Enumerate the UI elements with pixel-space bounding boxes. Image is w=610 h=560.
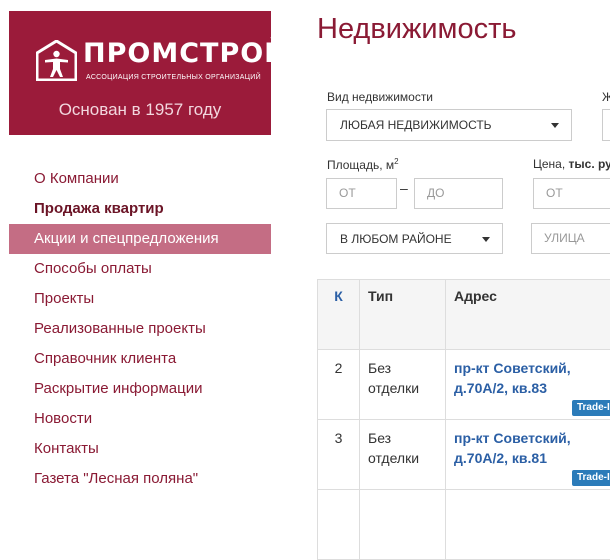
table-row[interactable]: 3 Без отделки пр-кт Советский, д.70А/2, … [318, 420, 610, 490]
area-to-input[interactable]: до [414, 178, 503, 209]
price-label: Цена, тыс. ру [533, 157, 610, 171]
sidebar-item-newspaper[interactable]: Газета "Лесная поляна" [9, 464, 271, 494]
cell-type: Без отделки [360, 350, 446, 420]
cell-k [318, 490, 360, 560]
chevron-down-icon [482, 237, 490, 242]
table-row[interactable] [318, 490, 610, 560]
cell-type [360, 490, 446, 560]
sidebar-item-payment-methods[interactable]: Способы оплаты [9, 254, 271, 284]
brand-subtitle: Ассоциация строительных организаций [86, 74, 261, 81]
cut-off-select[interactable] [602, 109, 610, 141]
sidebar-item-promotions[interactable]: Акции и спецпредложения [9, 224, 271, 254]
page-title: Недвижимость [317, 13, 517, 46]
cell-address [446, 490, 610, 560]
area-from-input[interactable]: от [326, 178, 397, 209]
sidebar-item-disclosure[interactable]: Раскрытие информации [9, 374, 271, 404]
area-label: Площадь, м2 [327, 157, 399, 172]
sidebar-item-contacts[interactable]: Контакты [9, 434, 271, 464]
table-header-row: К Тип Адрес [318, 280, 610, 350]
address-link[interactable]: пр-кт Советский, д.70А/2, кв.83 [454, 360, 571, 396]
sidebar-item-completed-projects[interactable]: Реализованные проекты [9, 314, 271, 344]
range-dash: – [400, 180, 408, 196]
cell-k: 2 [318, 350, 360, 420]
street-input[interactable]: улица [531, 223, 610, 254]
brand-name: ПРОМСТРОЙ [83, 38, 288, 70]
property-type-label: Вид недвижимости [327, 90, 433, 104]
brand-founded: Основан в 1957 году [9, 100, 271, 120]
property-type-value: Любая недвижимость [340, 118, 492, 132]
sidebar-item-apartment-sales[interactable]: Продажа квартир [9, 194, 271, 224]
trade-in-badge: Trade-IN [572, 400, 610, 416]
district-value: В любом районе [340, 232, 452, 246]
cell-address: пр-кт Советский, д.70А/2, кв.81 Trade-IN [446, 420, 610, 490]
sidebar-item-client-guide[interactable]: Справочник клиента [9, 344, 271, 374]
cut-off-label: Ж [602, 90, 610, 104]
trade-in-badge: Trade-IN [572, 470, 610, 486]
brand-block[interactable]: ПРОМСТРОЙ Ассоциация строительных органи… [9, 11, 271, 135]
logo-icon [36, 40, 77, 81]
area-unit-sup: 2 [394, 157, 398, 166]
cell-address: пр-кт Советский, д.70А/2, кв.83 Trade-IN [446, 350, 610, 420]
property-type-select[interactable]: Любая недвижимость [326, 109, 572, 141]
header-address[interactable]: Адрес [446, 280, 610, 350]
cell-type: Без отделки [360, 420, 446, 490]
sidebar-item-projects[interactable]: Проекты [9, 284, 271, 314]
header-k[interactable]: К [318, 280, 360, 350]
cell-k: 3 [318, 420, 360, 490]
price-unit: тыс. ру [569, 157, 610, 171]
table-row[interactable]: 2 Без отделки пр-кт Советский, д.70А/2, … [318, 350, 610, 420]
district-select[interactable]: В любом районе [326, 223, 503, 254]
price-from-input[interactable]: от [533, 178, 610, 209]
sidebar-item-news[interactable]: Новости [9, 404, 271, 434]
results-table: К Тип Адрес 2 Без отделки пр-кт Советски… [317, 279, 610, 519]
sidebar-item-about[interactable]: О Компании [9, 164, 271, 194]
sidebar-menu: О Компании Продажа квартир Акции и спецп… [9, 164, 271, 494]
header-type[interactable]: Тип [360, 280, 446, 350]
address-link[interactable]: пр-кт Советский, д.70А/2, кв.81 [454, 430, 571, 466]
chevron-down-icon [551, 123, 559, 128]
